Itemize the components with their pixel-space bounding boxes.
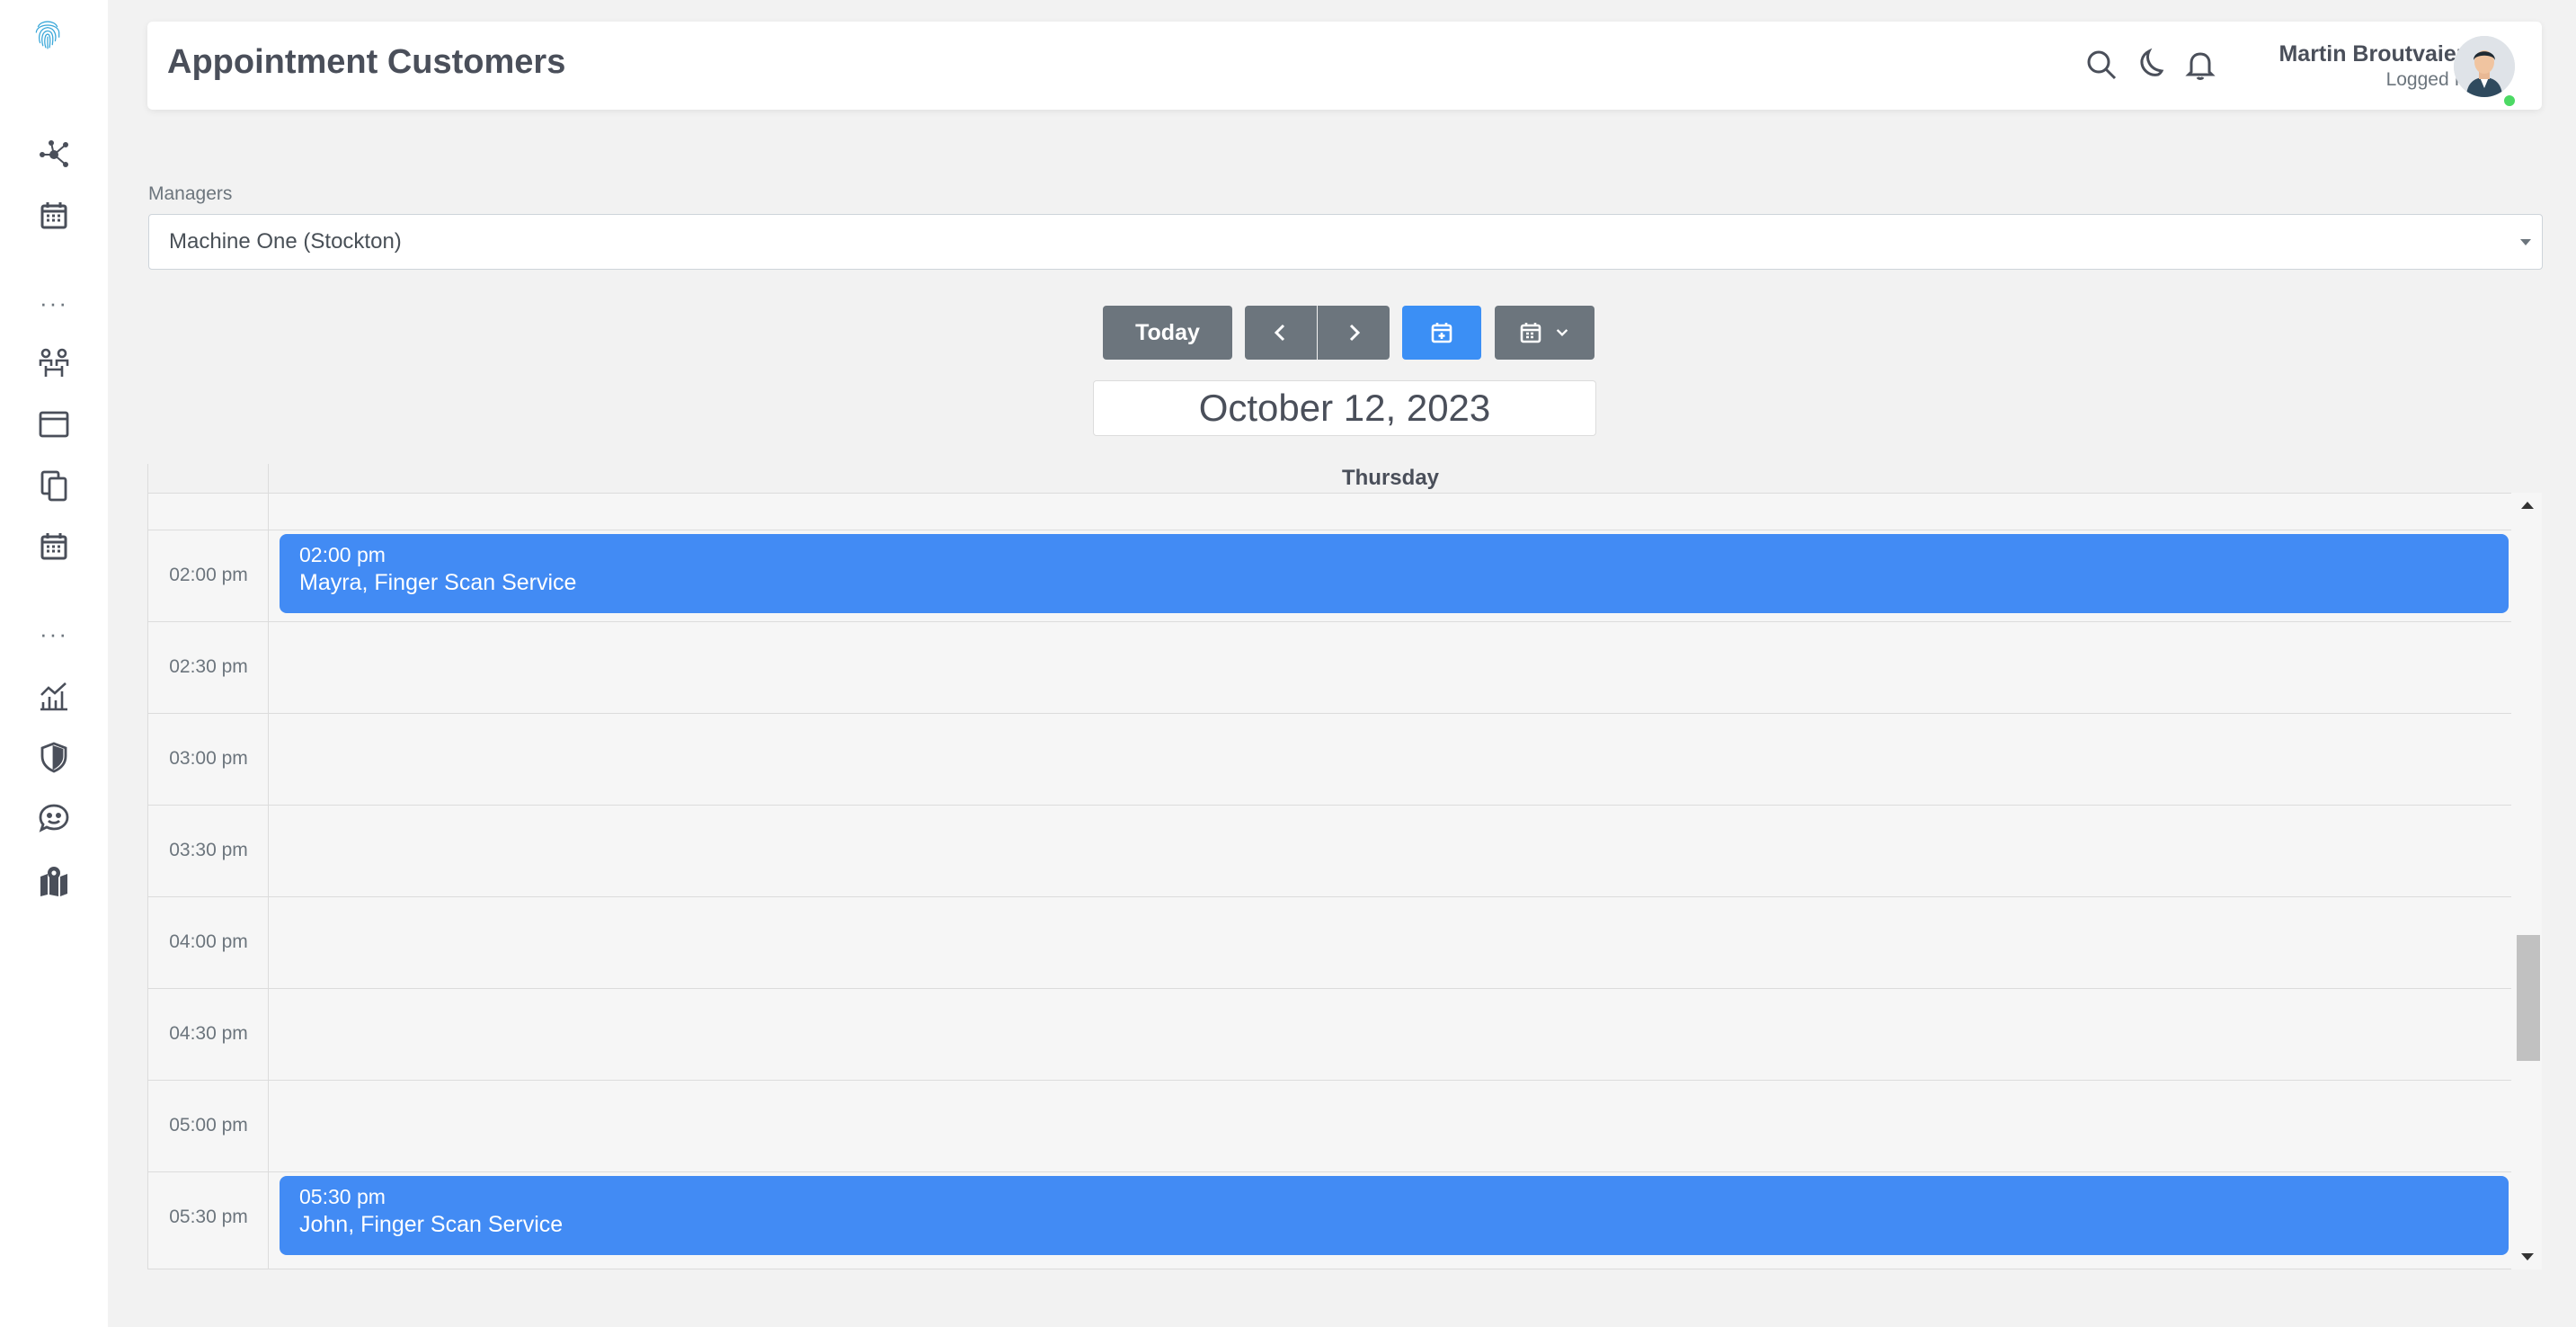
time-slot-label: 05:00 pm [169, 1115, 248, 1136]
fingerprint-icon[interactable] [31, 16, 84, 81]
avatar[interactable] [2454, 36, 2515, 97]
appointment-event[interactable]: 05:30 pm John, Finger Scan Service [280, 1176, 2509, 1255]
appointment-event[interactable]: 02:00 pm Mayra, Finger Scan Service [280, 534, 2509, 613]
event-time: 05:30 pm [299, 1185, 386, 1208]
time-slot-label: 03:30 pm [169, 840, 248, 860]
day-name: Thursday [1341, 466, 1440, 490]
calendar-grid-icon[interactable] [0, 521, 108, 572]
team-icon[interactable] [0, 338, 108, 388]
prev-button[interactable] [1245, 306, 1317, 360]
shield-icon[interactable] [0, 732, 108, 782]
chevron-left-icon [1274, 324, 1285, 342]
slot-divider [148, 1080, 2511, 1081]
chevron-down-icon [1556, 329, 1568, 336]
current-date: October 12, 2023 [1093, 380, 1596, 436]
calendar-view-dropdown[interactable] [1495, 306, 1594, 360]
time-column-header [148, 464, 269, 493]
time-slot-label: 04:30 pm [169, 1023, 248, 1044]
managers-label: Managers [148, 183, 233, 204]
slot-divider [148, 621, 2511, 622]
network-icon[interactable] [0, 129, 108, 180]
online-status-dot [2502, 94, 2517, 108]
calendar-header: Thursday [147, 464, 2511, 493]
time-slot-label: 05:30 pm [169, 1207, 248, 1227]
today-button[interactable]: Today [1103, 306, 1232, 360]
slot-divider [148, 1171, 2511, 1172]
chat-icon[interactable] [0, 793, 108, 843]
scrollbar-thumb[interactable] [2517, 935, 2540, 1061]
slot-divider [148, 805, 2511, 806]
managers-select[interactable]: Machine One (Stockton) [148, 214, 2543, 270]
header-card: Appointment Customers Martin Broutvaien … [147, 22, 2542, 110]
next-button[interactable] [1318, 306, 1390, 360]
calendar-scrollbar[interactable] [2511, 493, 2542, 1269]
slot-divider [148, 713, 2511, 714]
time-slot-label: 02:00 pm [169, 565, 248, 585]
slot-divider [148, 988, 2511, 989]
time-slot-label: 04:00 pm [169, 931, 248, 952]
event-time: 02:00 pm [299, 543, 386, 566]
map-pin-icon[interactable] [0, 856, 108, 906]
scroll-up-icon[interactable] [2521, 502, 2534, 509]
time-column [148, 494, 269, 1269]
caret-down-icon [2520, 239, 2531, 245]
page-title: Appointment Customers [167, 43, 566, 81]
managers-selected-value: Machine One (Stockton) [169, 229, 402, 254]
time-slot-label: 03:00 pm [169, 748, 248, 769]
day-calendar: Thursday 02:00 pm 02:30 pm 03:00 pm 03:3… [147, 464, 2542, 1269]
browser-window-icon[interactable] [0, 399, 108, 450]
bell-icon[interactable] [2182, 47, 2218, 83]
calendar-body[interactable]: 02:00 pm 02:30 pm 03:00 pm 03:30 pm 04:0… [147, 493, 2511, 1269]
chart-icon[interactable] [0, 671, 108, 721]
sidebar: ··· ··· [0, 0, 108, 1327]
sidebar-separator-2: ··· [40, 620, 68, 647]
calendar-icon[interactable] [0, 191, 108, 241]
time-slot-label: 02:30 pm [169, 656, 248, 677]
scroll-down-icon[interactable] [2521, 1253, 2534, 1260]
chevron-right-icon [1349, 324, 1361, 342]
copy-documents-icon[interactable] [0, 460, 108, 511]
slot-divider [148, 896, 2511, 897]
search-icon[interactable] [2083, 47, 2119, 83]
event-title: John, Finger Scan Service [299, 1212, 564, 1237]
user-name: Martin Broutvaien [2278, 41, 2470, 67]
add-appointment-button[interactable] [1402, 306, 1481, 360]
sidebar-separator: ··· [40, 289, 68, 316]
calendar-view-icon [1520, 323, 1541, 343]
event-title: Mayra, Finger Scan Service [299, 570, 577, 595]
moon-icon[interactable] [2134, 47, 2170, 83]
calendar-plus-icon [1431, 323, 1452, 343]
